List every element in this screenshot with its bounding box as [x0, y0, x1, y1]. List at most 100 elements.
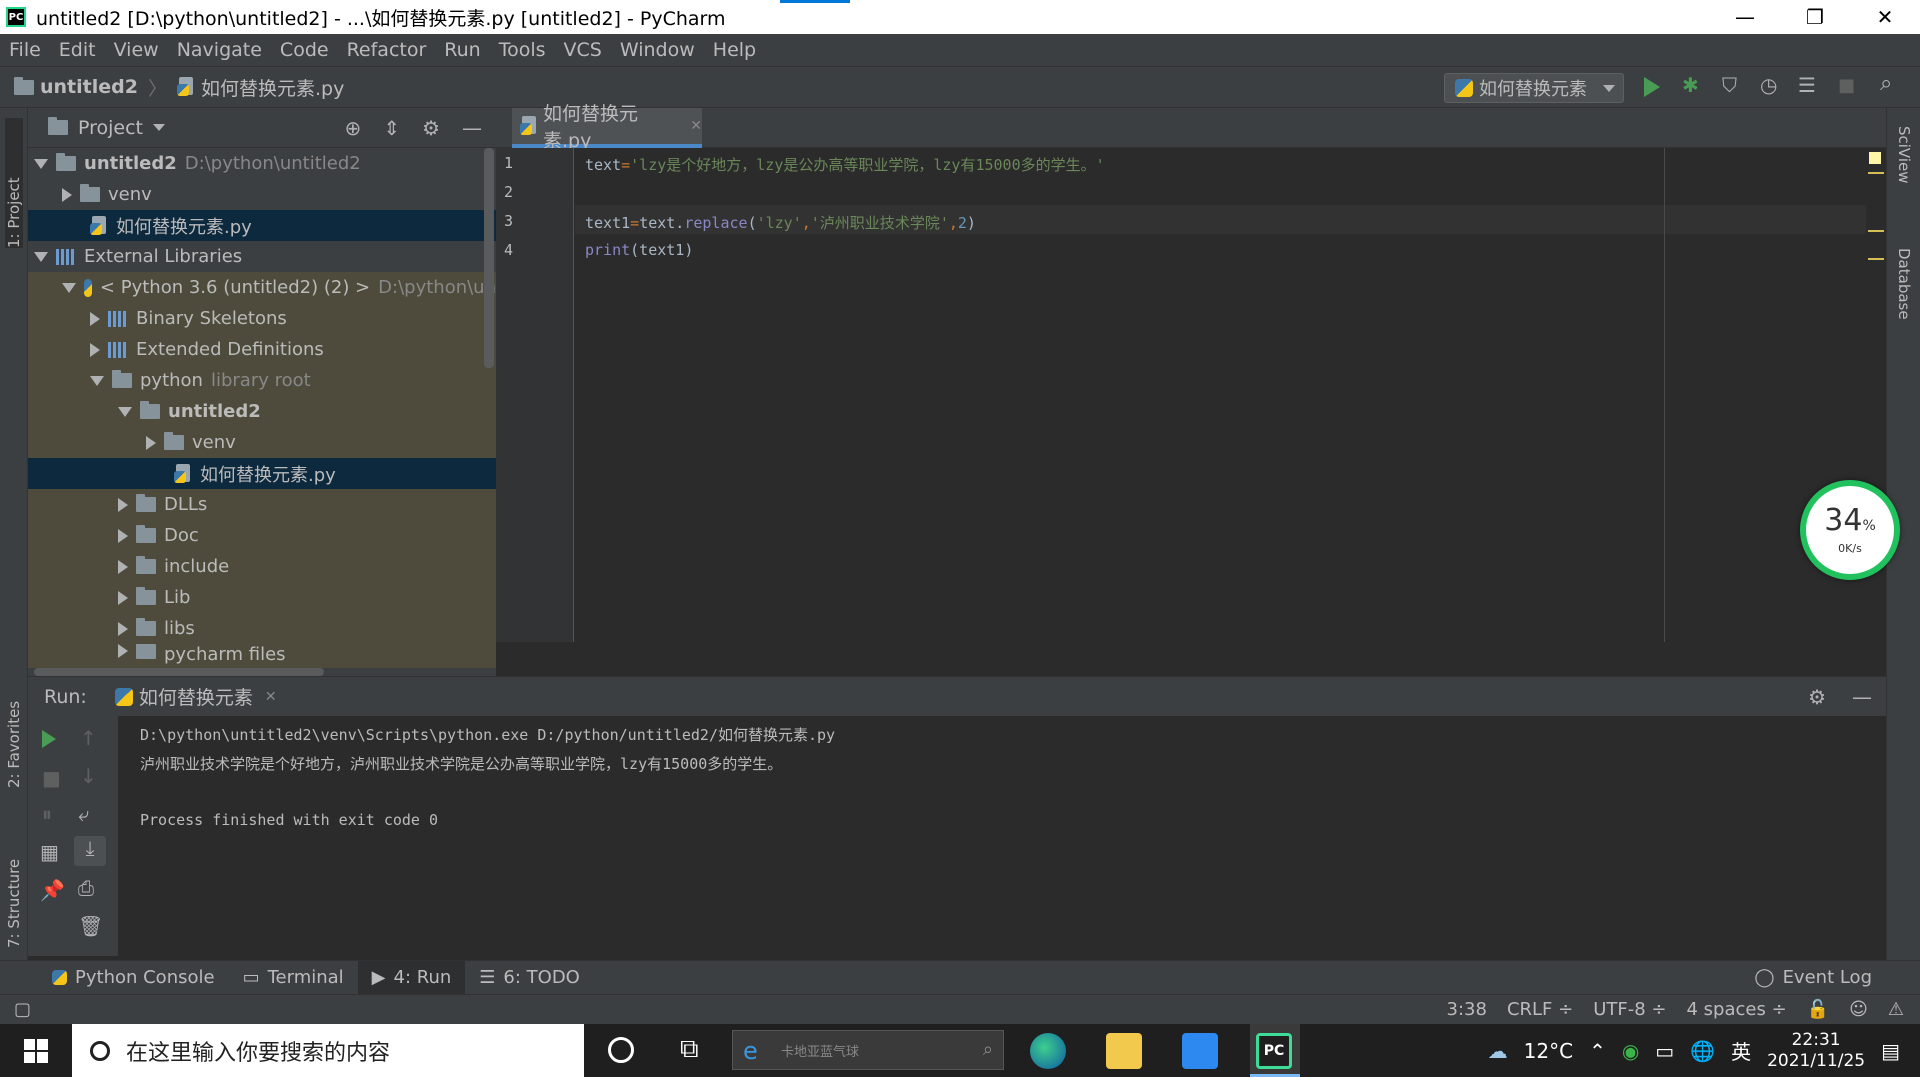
tree-node-project-root[interactable]: untitled2 D:\python\untitled2 [28, 148, 496, 179]
tree-node-script-file[interactable]: 如何替换元素.py [28, 210, 496, 241]
collapse-arrow-icon[interactable] [118, 497, 128, 512]
menu-view[interactable]: View [105, 39, 168, 61]
collapse-arrow-icon[interactable] [90, 311, 100, 326]
browser-search-box[interactable]: e 卡地亚蓝气球 ⌕ [732, 1030, 1004, 1070]
expand-arrow-icon[interactable] [62, 282, 76, 293]
tree-node-lib-venv[interactable]: venv [28, 427, 496, 458]
editor-tab-script[interactable]: 如何替换元素.py ✕ [512, 103, 702, 152]
coverage-button[interactable]: ⛉ [1722, 73, 1746, 97]
collapse-arrow-icon[interactable] [62, 187, 72, 202]
menu-run[interactable]: Run [435, 39, 489, 61]
inspector-icon[interactable]: ☺ [1849, 999, 1868, 1020]
pause-button[interactable]: ⏸ [42, 802, 52, 826]
menu-window[interactable]: Window [611, 39, 704, 61]
toggle-tool-windows-icon[interactable]: ▢ [14, 999, 31, 1020]
system-clock[interactable]: 22:31 2021/11/25 [1767, 1030, 1865, 1072]
expand-arrow-icon[interactable] [90, 375, 104, 386]
tree-node-extended-definitions[interactable]: Extended Definitions [28, 334, 496, 365]
gear-icon[interactable]: ⚙ [422, 116, 440, 140]
menu-vcs[interactable]: VCS [555, 39, 611, 61]
run-button[interactable] [1644, 77, 1668, 99]
restore-button[interactable]: ❐ [1780, 0, 1850, 34]
taskbar-search-box[interactable]: 在这里输入你要搜索的内容 [72, 1024, 584, 1077]
collapse-arrow-icon[interactable] [118, 590, 128, 605]
up-button[interactable]: ↑ [80, 726, 97, 750]
expand-arrow-icon[interactable] [34, 158, 48, 169]
tree-node-venv[interactable]: venv [28, 179, 496, 210]
warning-marker[interactable] [1868, 258, 1884, 260]
down-button[interactable]: ↓ [80, 764, 97, 788]
stop-button[interactable]: ■ [42, 766, 61, 790]
sciview-tool-button[interactable]: SciView [1895, 126, 1913, 184]
tree-node-include[interactable]: include [28, 551, 496, 582]
project-horizontal-scrollbar[interactable] [34, 668, 324, 676]
tree-node-python-sdk[interactable]: < Python 3.6 (untitled2) (2) > D:\python… [28, 272, 496, 303]
lock-icon[interactable]: 🔓 [1807, 999, 1829, 1020]
indent-setting[interactable]: 4 spaces ÷ [1687, 999, 1787, 1020]
debug-button[interactable]: ✱ [1682, 73, 1706, 97]
tab-run[interactable]: ▶ 4: Run [357, 960, 466, 995]
tab-python-console[interactable]: Python Console [38, 961, 229, 995]
run-tab[interactable]: 如何替换元素 ✕ [114, 683, 277, 710]
tree-node-dlls[interactable]: DLLs [28, 489, 496, 520]
layout-button[interactable]: ▦ [40, 840, 59, 864]
tree-node-pycharm-files[interactable]: pycharm files [28, 644, 496, 668]
code-editor[interactable]: text='lzy是个好地方，lzy是公办高等职业学院，lzy有15000多的学… [575, 148, 1886, 642]
locate-icon[interactable]: ⊕ [345, 116, 362, 140]
pin-button[interactable]: 📌 [40, 878, 65, 902]
menu-tools[interactable]: Tools [490, 39, 555, 61]
file-explorer-app-icon[interactable] [1106, 1033, 1142, 1069]
minimize-button[interactable]: — [1710, 0, 1780, 34]
input-method[interactable]: 英 [1731, 1036, 1751, 1065]
tree-node-lib[interactable]: Lib [28, 582, 496, 613]
tree-node-lib-untitled2[interactable]: untitled2 [28, 396, 496, 427]
project-view-select[interactable]: Project [78, 117, 143, 139]
clear-button[interactable]: 🗑 [78, 914, 103, 938]
menu-code[interactable]: Code [271, 39, 338, 61]
globe-icon[interactable]: 🌐 [1690, 1039, 1715, 1063]
collapse-arrow-icon[interactable] [90, 342, 100, 357]
tree-node-external-libraries[interactable]: External Libraries [28, 241, 496, 272]
collapse-all-icon[interactable]: ⇕ [383, 116, 400, 140]
print-button[interactable]: ⎙ [78, 876, 94, 900]
close-tab-icon[interactable]: ✕ [690, 118, 702, 134]
collapse-arrow-icon[interactable] [118, 644, 128, 658]
search-everywhere-button[interactable]: ⌕ [1880, 71, 1904, 96]
event-log-button[interactable]: ◯ Event Log [1754, 967, 1872, 988]
structure-tool-button[interactable]: 7: Structure [5, 828, 23, 948]
run-configuration-select[interactable]: 如何替换元素 [1444, 73, 1624, 103]
menu-edit[interactable]: Edit [50, 39, 105, 61]
tree-node-doc[interactable]: Doc [28, 520, 496, 551]
edge-app-icon[interactable] [1030, 1033, 1066, 1069]
network-tray-icon[interactable]: ◉ [1622, 1039, 1639, 1063]
collapse-arrow-icon[interactable] [146, 435, 156, 450]
expand-arrow-icon[interactable] [118, 406, 132, 417]
expand-arrow-icon[interactable] [34, 251, 48, 262]
run-console[interactable]: D:\python\untitled2\venv\Scripts\python.… [118, 716, 1886, 956]
project-tool-button[interactable]: 1: Project [5, 118, 23, 248]
menu-navigate[interactable]: Navigate [168, 39, 271, 61]
temperature[interactable]: 12°C [1524, 1039, 1573, 1063]
chevron-down-icon[interactable] [153, 124, 166, 131]
tree-node-binary-skeletons[interactable]: Binary Skeletons [28, 303, 496, 334]
tree-node-libs[interactable]: libs [28, 613, 496, 644]
task-view-icon[interactable]: ⧉ [680, 1034, 699, 1065]
tree-node-lib-script-file[interactable]: 如何替换元素.py [28, 458, 496, 489]
collapse-arrow-icon[interactable] [118, 621, 128, 636]
profile-button[interactable]: ◷ [1760, 73, 1784, 97]
project-vertical-scrollbar[interactable] [484, 148, 494, 368]
file-encoding[interactable]: UTF-8 ÷ [1593, 999, 1666, 1020]
collapse-arrow-icon[interactable] [118, 528, 128, 543]
hide-icon[interactable]: — [1852, 685, 1872, 709]
soft-wrap-button[interactable]: ⤶ [78, 802, 89, 826]
notification-center-icon[interactable]: ▤ [1881, 1039, 1900, 1063]
scroll-to-end-button[interactable]: ⤓ [74, 836, 106, 866]
close-tab-icon[interactable]: ✕ [265, 689, 277, 705]
menu-help[interactable]: Help [704, 39, 765, 61]
mail-app-icon[interactable] [1182, 1033, 1218, 1069]
favorites-tool-button[interactable]: 2: Favorites [5, 668, 23, 788]
close-button[interactable]: ✕ [1850, 0, 1920, 34]
caret-position[interactable]: 3:38 [1447, 999, 1487, 1020]
database-tool-button[interactable]: Database [1895, 248, 1913, 320]
line-separator[interactable]: CRLF ÷ [1507, 999, 1573, 1020]
